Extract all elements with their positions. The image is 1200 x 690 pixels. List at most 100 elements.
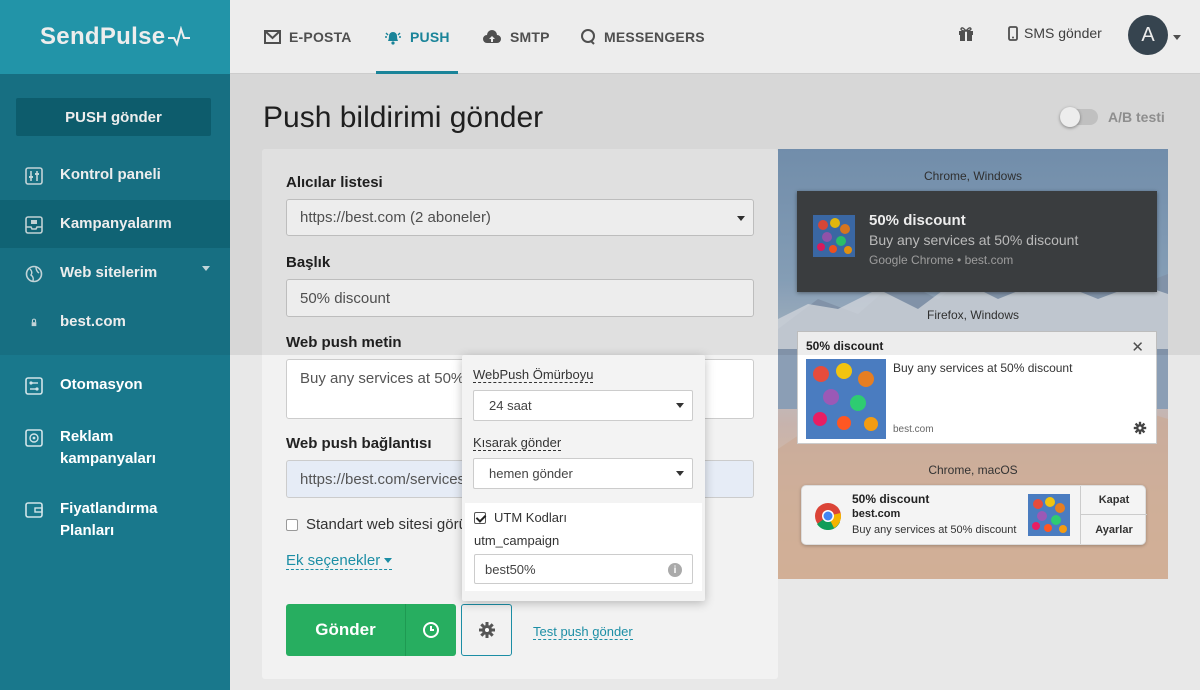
link-value: https://best.com/services [300,470,466,488]
utm-campaign-input[interactable]: best50% i [474,554,693,584]
more-options-label: Ek seçenekler [286,552,381,569]
notification-title: 50% discount [852,492,930,506]
notification-body: Buy any services at 50% discount [893,361,1073,375]
recipients-select[interactable]: https://best.com (2 aboneler) [286,199,754,236]
gift-icon[interactable] [958,26,974,47]
close-icon[interactable]: ✕ [1131,338,1144,356]
sidebar-item-label: Kontrol paneli [60,166,161,183]
notification-title: 50% discount [869,212,966,229]
link-label: Web push bağlantısı [286,435,432,452]
sidebar-nav: Kontrol paneli Kampanyalarım Web siteler… [0,154,230,550]
recipients-value: https://best.com (2 aboneler) [300,209,491,226]
throttle-label: Kısarak gönder [473,435,562,451]
toggle-switch[interactable] [1060,107,1098,127]
chrome-windows-notification: 50% discount Buy any services at 50% dis… [797,191,1157,292]
sidebar-item-label: Fiyatlandırma Planları [60,500,158,539]
bell-icon [385,32,401,45]
brand-name: SendPulse [40,23,166,50]
text-label: Web push metin [286,334,402,351]
send-button[interactable]: Gönder [286,604,406,656]
sidebar-item-campaigns[interactable]: Kampanyalarım [0,200,230,248]
avatar[interactable]: A [1128,15,1168,55]
send-button-group: Gönder [286,604,456,656]
sliders-icon [25,167,43,185]
test-push-link[interactable]: Test push gönder [533,624,633,640]
lifetime-select[interactable]: 24 saat [473,390,693,421]
sidebar-item-label: Kampanyalarım [60,215,172,232]
default-image-checkbox[interactable] [286,518,298,531]
utm-checkbox-row[interactable]: UTM Kodları [474,510,567,525]
more-options-link[interactable]: Ek seçenekler [286,552,393,570]
sidebar: SendPulse PUSH gönder Kontrol paneli Kam… [0,0,230,690]
platform-label: Chrome, macOS [928,463,1018,477]
ab-test-toggle[interactable]: A/B testi [1060,107,1165,127]
brand-logo[interactable]: SendPulse [0,0,230,74]
sidebar-item-ad-campaigns[interactable]: Reklam kampanyaları [0,406,230,478]
notification-domain: best.com [852,508,901,520]
ab-test-label: A/B testi [1108,109,1165,125]
chevron-down-icon [384,558,393,563]
notification-source: best.com [893,424,934,435]
tab-push[interactable]: PUSH [376,0,458,74]
notification-title: 50% discount [806,339,884,353]
sms-label: SMS gönder [1024,25,1102,41]
send-settings-popup: WebPush Ömürboyu 24 saat Kısarak gönder … [462,355,705,601]
notification-body: Buy any services at 50% discount [852,524,1017,536]
chevron-down-icon [676,403,684,408]
sidebar-item-pricing[interactable]: Fiyatlandırma Planları [0,478,230,550]
lifetime-value: 24 saat [489,398,532,413]
wallet-icon [25,502,43,518]
utm-checkbox[interactable] [474,511,486,524]
tab-email[interactable]: E-POSTA [264,0,352,74]
push-send-button[interactable]: PUSH gönder [16,98,211,136]
sidebar-item-label: best.com [60,313,126,330]
phone-icon [1008,25,1018,41]
chevron-down-icon [202,266,210,271]
settings-button[interactable] [461,604,512,656]
cloud-upload-icon [483,29,501,43]
chevron-down-icon [737,216,745,221]
throttle-value: hemen gönder [489,466,573,481]
balloons-image [806,359,886,439]
sidebar-item-label: Web sitelerim [60,264,158,281]
gear-icon[interactable] [1133,421,1147,435]
sidebar-item-best-com[interactable]: best.com [0,298,230,350]
settings-action-button[interactable]: Ayarlar [1081,515,1147,544]
sidebar-item-dashboard[interactable]: Kontrol paneli [0,154,230,196]
utm-campaign-label: utm_campaign [474,533,560,548]
title-input[interactable]: 50% discount [286,279,754,317]
utm-label: UTM Kodları [494,510,567,525]
platform-label: Chrome, Windows [923,169,1023,183]
info-icon[interactable]: i [668,563,682,577]
sms-send-link[interactable]: SMS gönder [1008,25,1102,41]
utm-section: UTM Kodları utm_campaign best50% i [465,503,702,591]
lifetime-label: WebPush Ömürboyu [473,367,594,383]
balloons-image [813,215,855,257]
sidebar-item-label: Otomasyon [60,376,143,393]
lock-icon [31,318,37,327]
chat-icon [581,29,595,45]
tab-label: SMTP [510,29,550,45]
inbox-icon [25,216,43,234]
globe-icon [25,265,43,283]
notification-actions: Kapat Ayarlar [1080,486,1147,544]
tab-messengers[interactable]: MESSENGERS [580,0,705,74]
envelope-icon [264,30,281,44]
tab-smtp[interactable]: SMTP [482,0,550,74]
recipients-label: Alıcılar listesi [286,174,383,191]
page-title: Push bildirimi gönder [263,101,544,134]
target-icon [25,429,43,447]
sidebar-item-websites[interactable]: Web sitelerim [0,248,230,298]
title-label: Başlık [286,254,331,271]
notification-body: Buy any services at 50% discount [869,232,1079,248]
notification-source: Google Chrome • best.com [869,253,1014,267]
close-action-button[interactable]: Kapat [1081,486,1147,515]
sidebar-item-automation[interactable]: Otomasyon [0,350,230,406]
throttle-select[interactable]: hemen gönder [473,458,693,489]
chrome-macos-notification: 50% discount best.com Buy any services a… [801,485,1147,545]
automation-icon [25,377,43,395]
pulse-icon [168,26,191,47]
schedule-button[interactable] [406,604,456,656]
notification-preview: Chrome, Windows 50% discount Buy any ser… [778,149,1168,579]
chevron-down-icon[interactable] [1173,35,1181,40]
